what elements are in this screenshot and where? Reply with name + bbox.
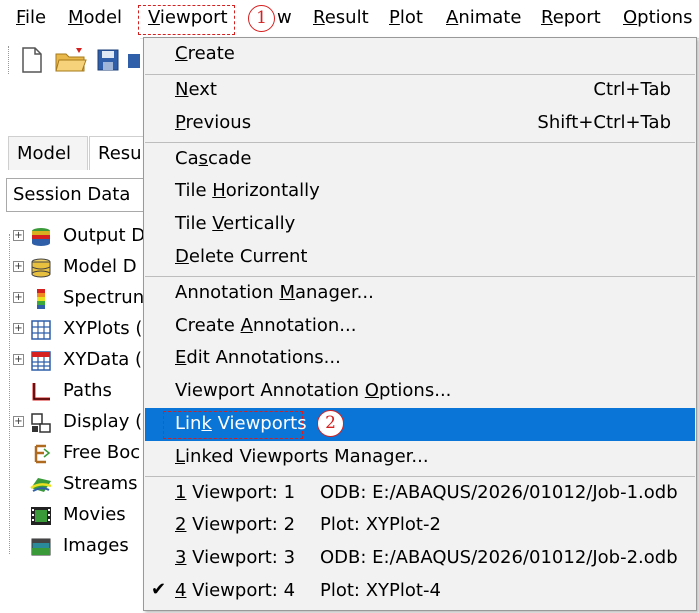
panel-tabs: Model Resu <box>8 136 149 170</box>
tree-item-streams[interactable]: Streams <box>10 470 150 500</box>
menu-result[interactable]: Result <box>313 7 369 28</box>
results-tree: + Output D + Model D + Spectrun + XYPlot… <box>10 220 145 600</box>
save-icon[interactable] <box>96 48 120 72</box>
menu-item-viewport-2[interactable]: 2 Viewport: 2 Plot: XYPlot-2 <box>145 509 695 542</box>
tree-item-images[interactable]: Images <box>10 532 150 562</box>
expand-icon[interactable]: + <box>13 292 24 303</box>
expand-icon[interactable]: + <box>13 354 24 365</box>
film-icon <box>31 507 51 525</box>
session-data-select[interactable]: Session Data <box>6 178 146 212</box>
toolbar-grip <box>8 46 11 74</box>
path-icon <box>32 383 50 401</box>
menu-item-create[interactable]: Create <box>145 38 695 71</box>
menu-item-linked-viewports-manager[interactable]: Linked Viewports Manager... <box>145 441 695 474</box>
tree-item-output-databases[interactable]: + Output D <box>10 222 150 252</box>
open-folder-icon[interactable] <box>54 46 88 74</box>
tree-item-movies[interactable]: Movies <box>10 501 150 531</box>
streams-icon <box>30 478 52 492</box>
print-icon[interactable] <box>128 48 140 72</box>
expand-icon[interactable]: + <box>13 323 24 334</box>
toolbar <box>0 38 140 82</box>
callout-number-1: 1 <box>248 5 275 32</box>
image-icon <box>31 538 51 556</box>
new-file-icon[interactable] <box>20 46 44 74</box>
tree-item-free-body[interactable]: Free Boc <box>10 439 150 469</box>
menu-item-link-viewports[interactable]: Link Viewports <box>145 408 695 441</box>
menu-item-annotation-manager[interactable]: Annotation Manager... <box>145 277 695 310</box>
menu-options[interactable]: Options <box>623 7 692 28</box>
menu-item-delete-current[interactable]: Delete Current <box>145 241 695 274</box>
menu-report[interactable]: Report <box>541 7 601 28</box>
menu-plot[interactable]: Plot <box>389 7 423 28</box>
menu-item-next[interactable]: Next Ctrl+Tab <box>145 74 695 107</box>
menu-item-viewport-4[interactable]: ✔ 4 Viewport: 4 Plot: XYPlot-4 <box>145 575 695 608</box>
expand-icon[interactable]: + <box>13 230 24 241</box>
grid-plot-icon <box>31 320 51 340</box>
tab-results[interactable]: Resu <box>89 136 149 170</box>
menu-bar: File Model Viewport 1 w Result Plot Anim… <box>0 0 699 39</box>
callout-number-2: 2 <box>317 410 344 437</box>
menu-item-viewport-3[interactable]: 3 Viewport: 3 ODB: E:/ABAQUS/2026/01012/… <box>145 542 695 575</box>
tab-model[interactable]: Model <box>8 136 88 170</box>
tree-item-xyplots[interactable]: + XYPlots ( <box>10 315 150 345</box>
menu-item-cascade[interactable]: Cascade <box>145 143 695 176</box>
tree-item-spectrums[interactable]: + Spectrun <box>10 284 150 314</box>
menu-animate[interactable]: Animate <box>446 7 521 28</box>
menu-viewport[interactable]: Viewport <box>148 7 228 28</box>
xy-data-icon <box>31 351 51 371</box>
expand-icon[interactable]: + <box>13 416 24 427</box>
database-stack-icon <box>32 228 50 246</box>
spectrum-icon <box>37 289 45 309</box>
tree-item-xydata[interactable]: + XYData ( <box>10 346 150 376</box>
menu-model[interactable]: Model <box>68 7 122 28</box>
menu-view-partial[interactable]: w <box>277 7 292 28</box>
model-database-icon <box>31 258 51 278</box>
menu-item-previous[interactable]: Previous Shift+Ctrl+Tab <box>145 107 695 140</box>
display-group-icon <box>31 413 51 433</box>
menu-item-tile-vertically[interactable]: Tile Vertically <box>145 208 695 241</box>
expand-icon[interactable]: + <box>13 261 24 272</box>
menu-item-edit-annotations[interactable]: Edit Annotations... <box>145 342 695 375</box>
viewport-menu-dropdown: Create Next Ctrl+Tab Previous Shift+Ctrl… <box>143 37 697 611</box>
menu-item-create-annotation[interactable]: Create Annotation... <box>145 310 695 343</box>
menu-file[interactable]: File <box>16 7 46 28</box>
menu-item-viewport-annotation-options[interactable]: Viewport Annotation Options... <box>145 375 695 408</box>
menu-item-viewport-1[interactable]: 1 Viewport: 1 ODB: E:/ABAQUS/2026/01012/… <box>145 477 695 510</box>
checkmark-icon: ✔ <box>151 579 167 600</box>
tree-item-display-groups[interactable]: + Display ( <box>10 408 150 438</box>
free-body-icon <box>34 444 51 464</box>
tree-item-model-database[interactable]: + Model D <box>10 253 150 283</box>
menu-item-tile-horizontally[interactable]: Tile Horizontally <box>145 175 695 208</box>
tree-item-paths[interactable]: Paths <box>10 377 150 407</box>
